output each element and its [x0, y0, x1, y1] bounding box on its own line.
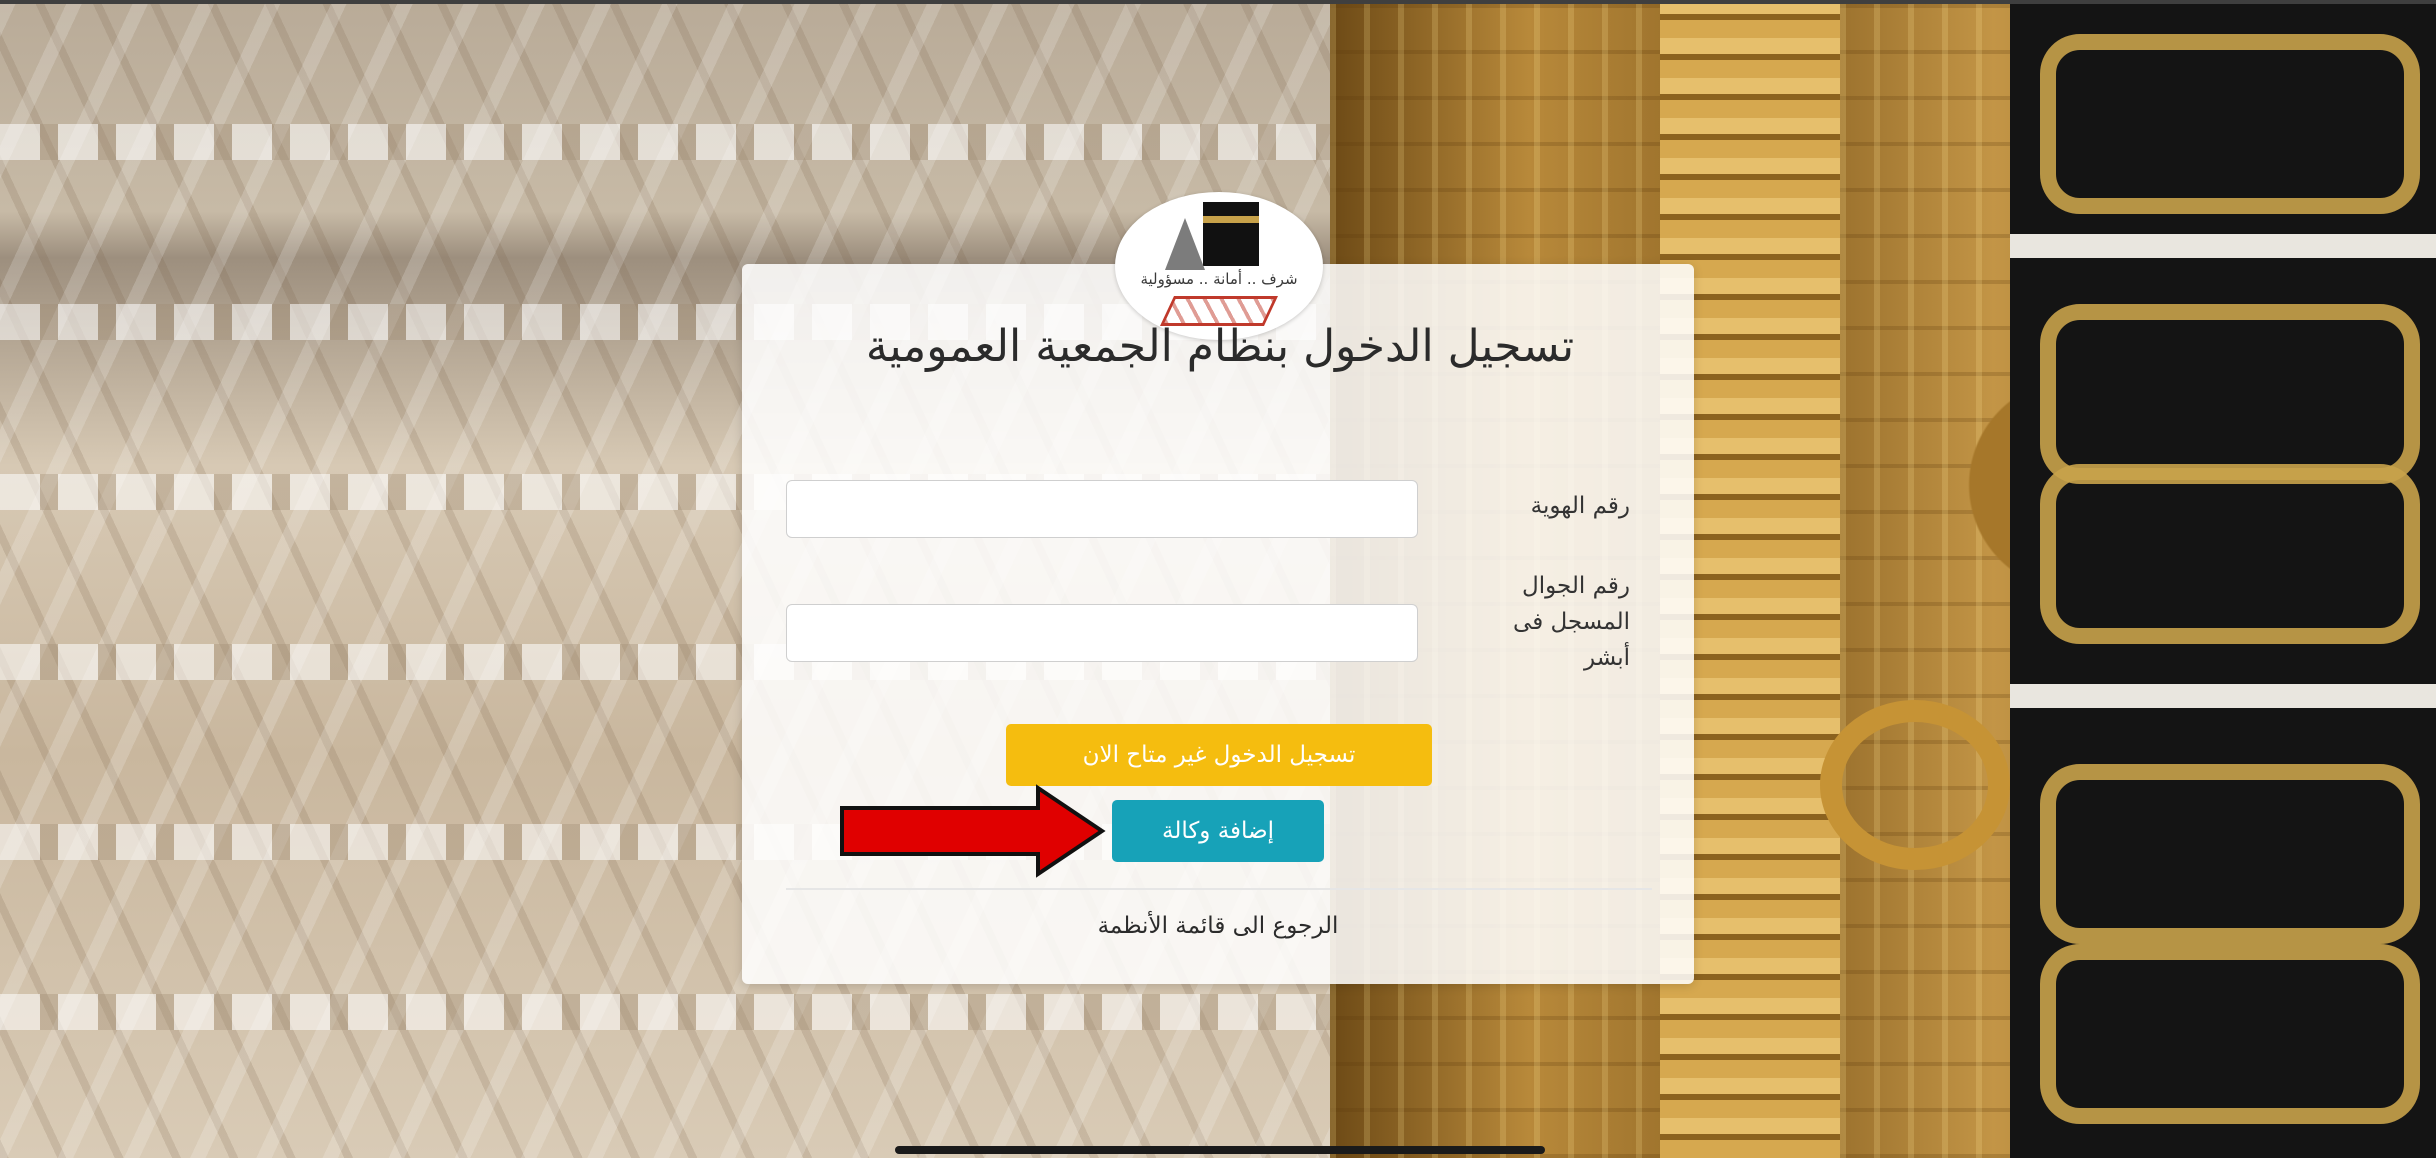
kiswa-calligraphy: [2040, 464, 2420, 644]
kiswa-band: [2010, 684, 2436, 708]
id-number-input[interactable]: [786, 480, 1418, 538]
home-indicator[interactable]: [895, 1146, 1545, 1154]
background-kiswa-cloth: [2010, 4, 2436, 1158]
screen: شرف .. أمانة .. مسؤولية تسجيل الدخول بنظ…: [0, 0, 2436, 1158]
mobile-number-label: رقم الجوال المسجل فى أبشر: [1513, 573, 1630, 671]
kiswa-calligraphy: [2040, 34, 2420, 214]
card-divider: [786, 888, 1652, 890]
kiswa-calligraphy: [2040, 304, 2420, 484]
mobile-number-input[interactable]: [786, 604, 1418, 662]
login-button[interactable]: تسجيل الدخول غير متاح الان: [1006, 724, 1432, 786]
add-agency-button[interactable]: إضافة وكالة: [1112, 800, 1324, 862]
page-title: تسجيل الدخول بنظام الجمعية العمومية: [865, 321, 1575, 372]
back-to-systems-link[interactable]: الرجوع الى قائمة الأنظمة: [986, 908, 1450, 944]
background-door-ring: [1820, 700, 2010, 870]
logo-emblem-text: شرف .. أمانة .. مسؤولية: [1140, 270, 1298, 288]
kiswa-band: [2010, 234, 2436, 258]
tent-shape: [1165, 218, 1205, 270]
kiswa-calligraphy: [2040, 944, 2420, 1124]
red-arrow-right-icon: [840, 784, 1106, 878]
kaaba-shape: [1203, 202, 1259, 266]
background-tent-row: [0, 124, 1330, 160]
id-number-label: رقم الهوية: [1530, 493, 1630, 519]
background-tent-row: [0, 994, 1330, 1030]
kiswa-calligraphy: [2040, 764, 2420, 944]
